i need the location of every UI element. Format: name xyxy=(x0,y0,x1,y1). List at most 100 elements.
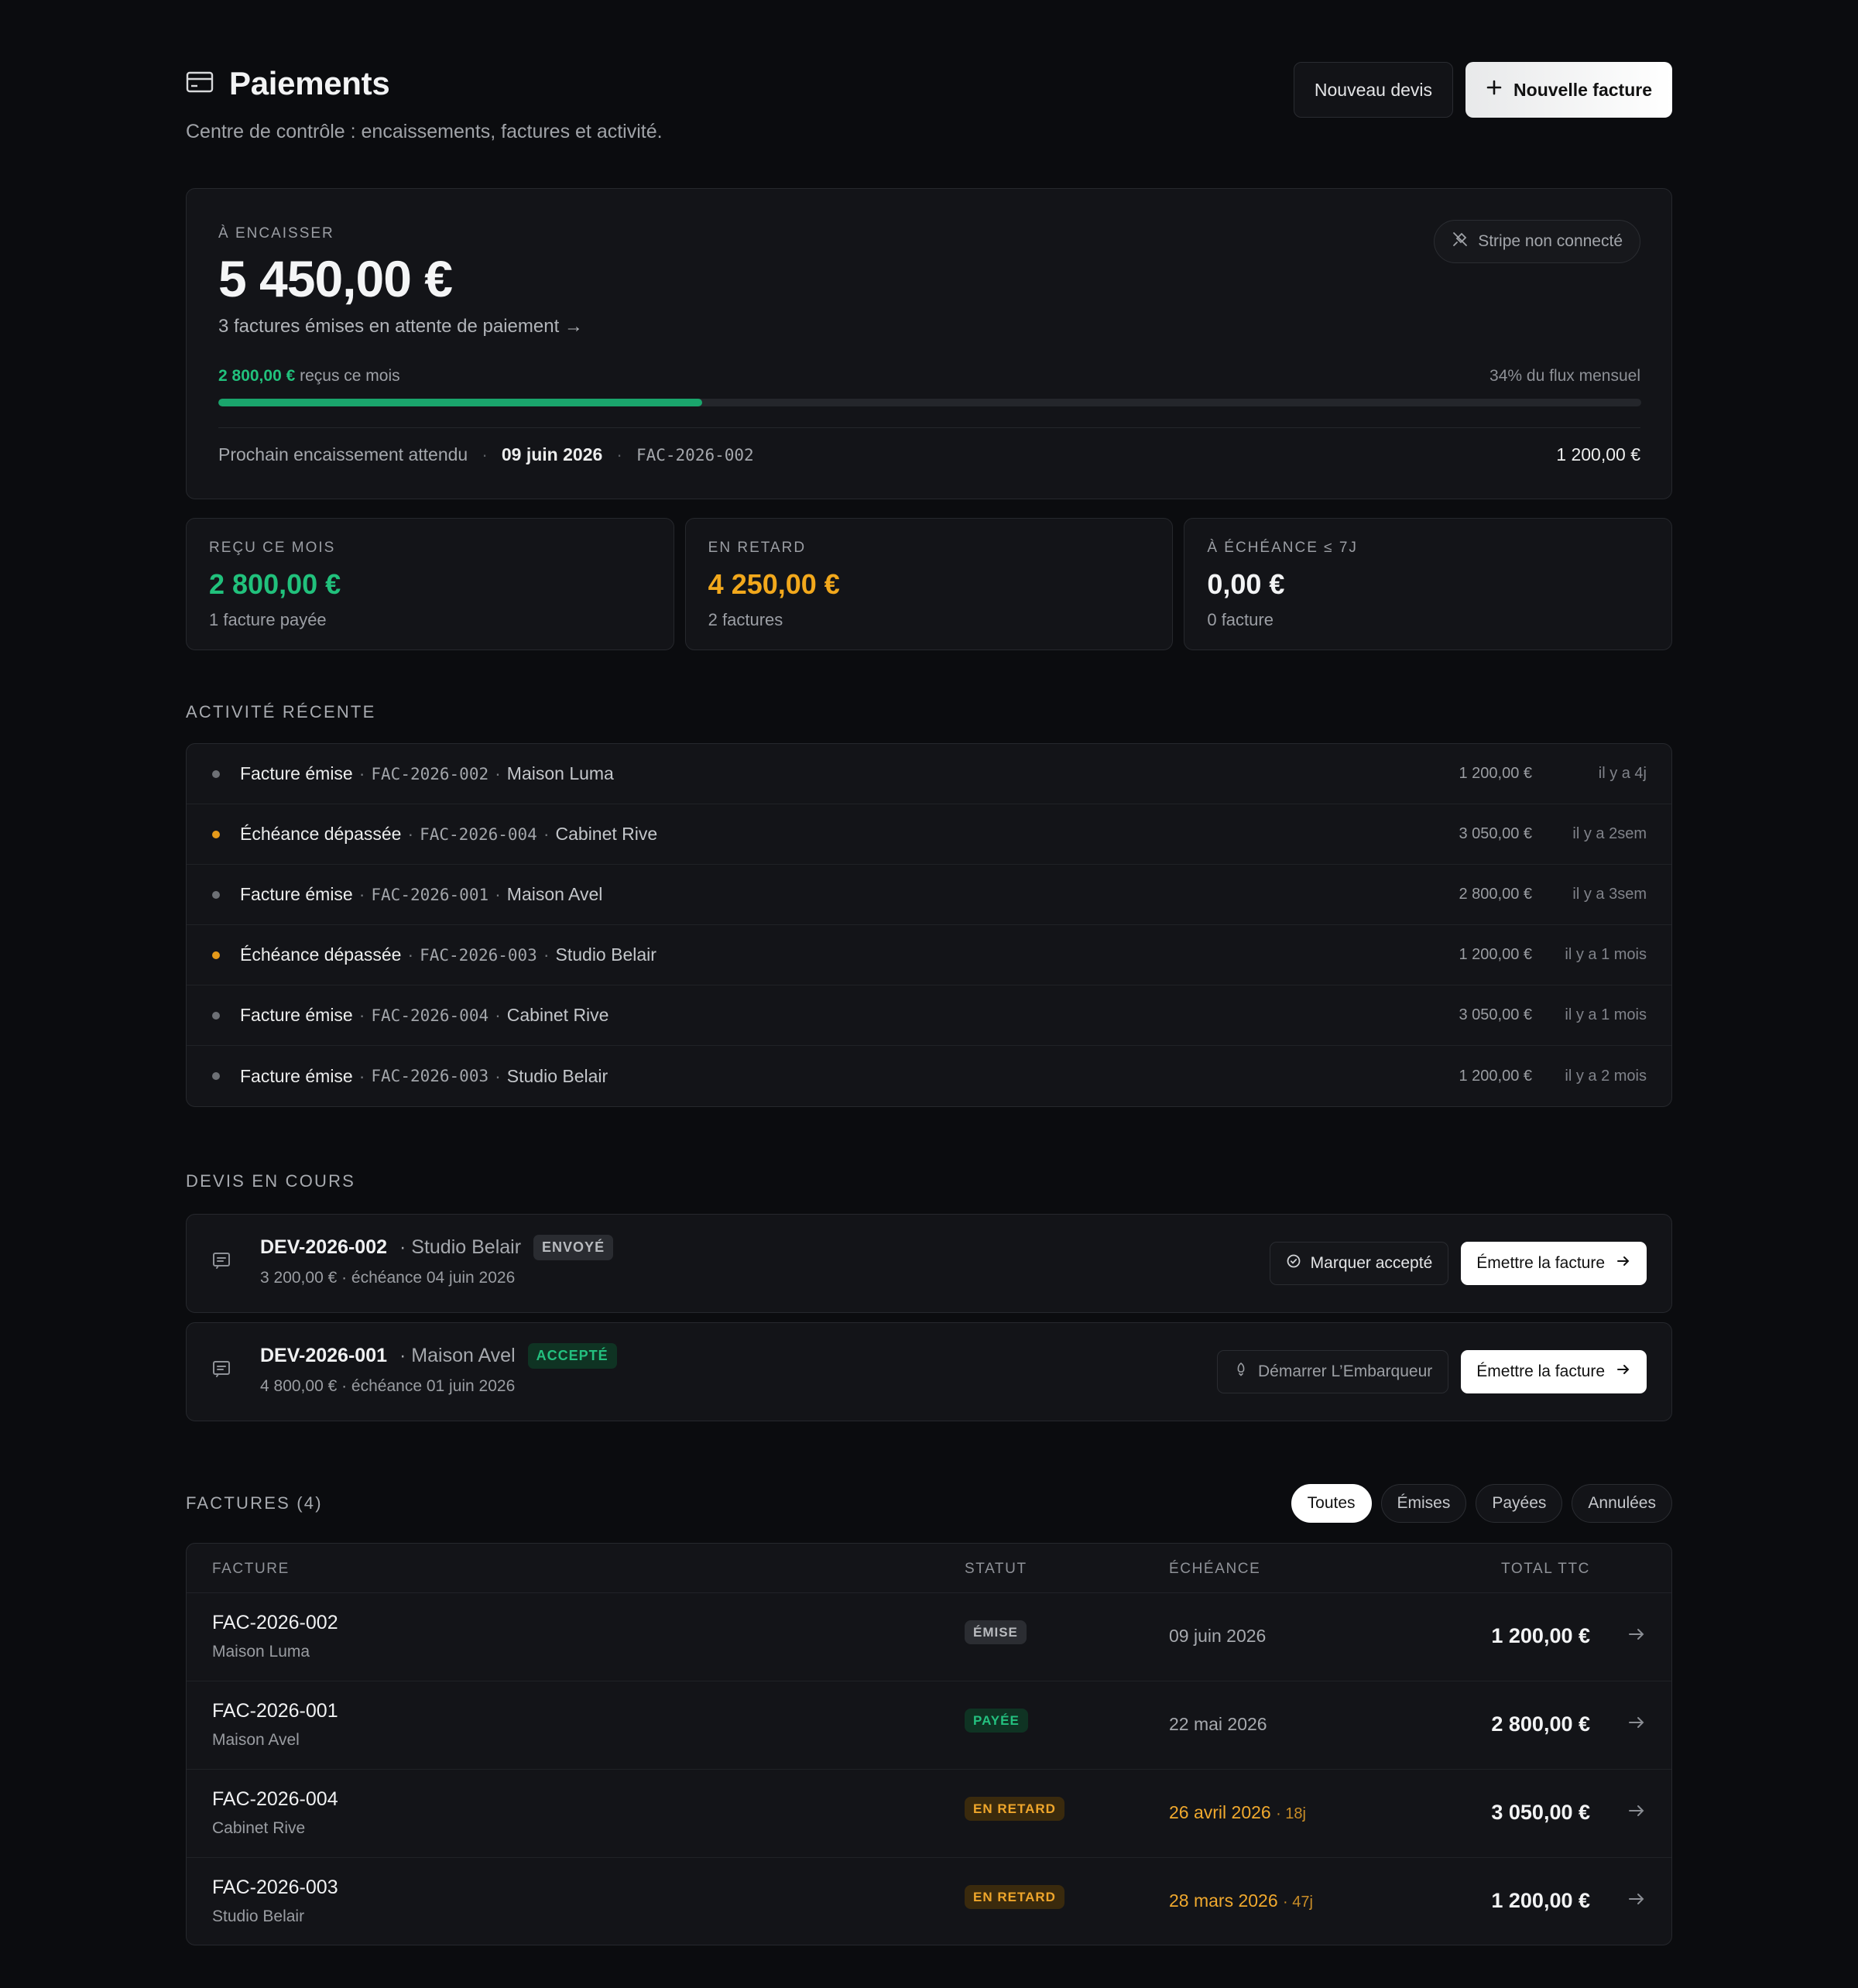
activity-item[interactable]: Facture émise · FAC-2026-001 · Maison Avel 2… xyxy=(187,865,1671,925)
separator-dot: · xyxy=(407,824,414,844)
activity-item[interactable]: Facture émise · FAC-2026-002 · Maison Luma 1… xyxy=(187,744,1671,804)
separator-dot: · xyxy=(407,944,414,965)
activity-client: Studio Belair xyxy=(555,944,656,965)
quote-code[interactable]: DEV-2026-002 xyxy=(260,1236,387,1259)
plus-icon xyxy=(1486,79,1503,101)
header-actions: Nouveau devis Nouvelle facture xyxy=(1293,62,1672,118)
new-invoice-button[interactable]: Nouvelle facture xyxy=(1465,62,1672,118)
activity-time: il y a 2sem xyxy=(1572,825,1647,842)
column-header-status[interactable]: STATUT xyxy=(965,1561,1027,1578)
days-overdue: · 47j xyxy=(1283,1894,1313,1911)
activity-amount: 1 200,00 € xyxy=(1459,765,1532,782)
filter-issued[interactable]: Émises xyxy=(1380,1484,1467,1523)
filter-cancelled[interactable]: Annulées xyxy=(1572,1484,1672,1523)
activity-event: Échéance dépassée xyxy=(240,824,402,844)
activity-event: Facture émise xyxy=(240,884,353,904)
invoice-status: EN RETARD xyxy=(965,1797,1064,1821)
column-header-total[interactable]: TOTAL TTC xyxy=(1501,1561,1590,1578)
stat-sub: 1 facture payée xyxy=(209,610,327,629)
activity-item[interactable]: Échéance dépassée · FAC-2026-003 · Studio Be… xyxy=(187,925,1671,985)
arrow-right-icon[interactable] xyxy=(1627,1624,1647,1648)
column-header-invoice[interactable]: FACTURE xyxy=(212,1561,290,1578)
table-row[interactable]: FAC-2026-001 Maison Avel PAYÉE 22 mai 20… xyxy=(187,1681,1671,1770)
document-icon xyxy=(211,1359,231,1383)
plug-icon xyxy=(1452,231,1469,252)
status-badge: EN RETARD xyxy=(965,1885,1064,1909)
separator-dot: · xyxy=(543,824,550,844)
document-icon xyxy=(211,1250,231,1274)
activity-item[interactable]: Facture émise · FAC-2026-004 · Cabinet Rive … xyxy=(187,985,1671,1046)
status-badge: ACCEPTÉ xyxy=(527,1343,617,1369)
stripe-status-badge[interactable]: Stripe non connecté xyxy=(1434,220,1640,263)
invoices-heading: FACTURES (4) xyxy=(186,1493,323,1513)
activity-item[interactable]: Facture émise · FAC-2026-003 · Studio Belair… xyxy=(187,1046,1671,1106)
stat-label: À ÉCHÉANCE ≤ 7J xyxy=(1207,540,1358,556)
next-payment-invoice[interactable]: FAC-2026-002 xyxy=(636,446,754,464)
quote-code[interactable]: DEV-2026-001 xyxy=(260,1345,387,1367)
quote-client: · Maison Avel xyxy=(399,1345,516,1366)
invoice-code: FAC-2026-001 xyxy=(212,1700,338,1722)
separator-dot: · xyxy=(482,444,488,464)
status-dot xyxy=(212,1011,220,1020)
next-payment-date: 09 juin 2026 xyxy=(501,444,603,464)
check-circle-icon xyxy=(1286,1253,1301,1273)
next-payment-info: Prochain encaissement attendu · 09 juin … xyxy=(218,444,754,465)
table-row[interactable]: FAC-2026-003 Studio Belair EN RETARD 28 … xyxy=(187,1858,1671,1945)
invoice-client: Cabinet Rive xyxy=(212,1819,306,1837)
separator-dot: · xyxy=(358,1005,365,1025)
separator-dot: · xyxy=(358,763,365,783)
activity-event: Échéance dépassée xyxy=(240,944,402,965)
invoice-client: Studio Belair xyxy=(212,1907,305,1925)
activity-amount: 3 050,00 € xyxy=(1459,825,1532,842)
separator-dot: · xyxy=(495,1065,501,1086)
column-header-due[interactable]: ÉCHÉANCE xyxy=(1169,1561,1260,1578)
invoice-status: PAYÉE xyxy=(965,1709,1028,1733)
pending-invoices-link[interactable]: 3 factures émises en attente de paiement… xyxy=(218,316,583,338)
activity-code: FAC-2026-003 xyxy=(371,1067,489,1085)
issue-invoice-button[interactable]: Émettre la facture xyxy=(1461,1350,1647,1393)
status-badge: ÉMISE xyxy=(965,1620,1027,1644)
payments-page: Paiements Centre de contrôle : encaissem… xyxy=(186,0,1673,1945)
arrow-right-icon[interactable] xyxy=(1627,1712,1647,1736)
stat-label: EN RETARD xyxy=(708,540,807,556)
activity-event: Facture émise xyxy=(240,763,353,783)
arrow-right-icon xyxy=(1616,1362,1631,1382)
activity-text: Facture émise · FAC-2026-002 · Maison Luma xyxy=(240,763,614,784)
activity-amount: 1 200,00 € xyxy=(1459,1067,1532,1085)
activity-code: FAC-2026-004 xyxy=(371,1006,489,1025)
received-this-month: 2 800,00 € reçus ce mois xyxy=(218,367,400,386)
next-payment-amount: 1 200,00 € xyxy=(1556,444,1640,464)
received-amount: 2 800,00 € xyxy=(218,367,296,385)
separator-dot: · xyxy=(358,1065,365,1086)
issue-invoice-button[interactable]: Émettre la facture xyxy=(1461,1242,1647,1285)
page-title: Paiements xyxy=(229,65,390,101)
quote-title: DEV-2026-002 · Studio Belair ENVOYÉ xyxy=(260,1235,614,1260)
recent-activity-heading: ACTIVITÉ RÉCENTE xyxy=(186,702,376,722)
activity-client: Cabinet Rive xyxy=(506,1005,609,1025)
filter-paid[interactable]: Payées xyxy=(1476,1484,1563,1523)
issue-invoice-label: Émettre la facture xyxy=(1476,1254,1605,1272)
arrow-right-icon[interactable] xyxy=(1627,1801,1647,1825)
quote-title: DEV-2026-001 · Maison Avel ACCEPTÉ xyxy=(260,1343,617,1369)
activity-text: Facture émise · FAC-2026-004 · Cabinet Rive xyxy=(240,1005,608,1026)
activity-item[interactable]: Échéance dépassée · FAC-2026-004 · Cabinet R… xyxy=(187,804,1671,865)
arrow-right-icon[interactable] xyxy=(1627,1889,1647,1913)
to-collect-card: À ENCAISSER 5 450,00 € 3 factures émises… xyxy=(186,188,1672,499)
table-row[interactable]: FAC-2026-002 Maison Luma ÉMISE 09 juin 2… xyxy=(187,1593,1671,1681)
separator-dot: · xyxy=(358,884,365,904)
start-onboarding-button[interactable]: Démarrer L’Embarqueur xyxy=(1217,1350,1449,1393)
filter-all[interactable]: Toutes xyxy=(1291,1484,1372,1523)
separator-dot: · xyxy=(495,763,501,783)
new-invoice-label: Nouvelle facture xyxy=(1513,79,1652,100)
to-collect-amount: 5 450,00 € xyxy=(218,250,453,307)
activity-time: il y a 2 mois xyxy=(1565,1067,1647,1085)
activity-client: Cabinet Rive xyxy=(555,824,658,844)
new-quote-button[interactable]: Nouveau devis xyxy=(1293,62,1454,118)
invoice-status: ÉMISE xyxy=(965,1620,1027,1644)
mark-accepted-button[interactable]: Marquer accepté xyxy=(1269,1242,1449,1285)
invoice-client: Maison Avel xyxy=(212,1731,300,1749)
stat-sub: 0 facture xyxy=(1207,610,1274,629)
arrow-right-icon xyxy=(1616,1253,1631,1273)
table-row[interactable]: FAC-2026-004 Cabinet Rive EN RETARD 26 a… xyxy=(187,1770,1671,1858)
due-date: 09 juin 2026 xyxy=(1169,1626,1267,1646)
